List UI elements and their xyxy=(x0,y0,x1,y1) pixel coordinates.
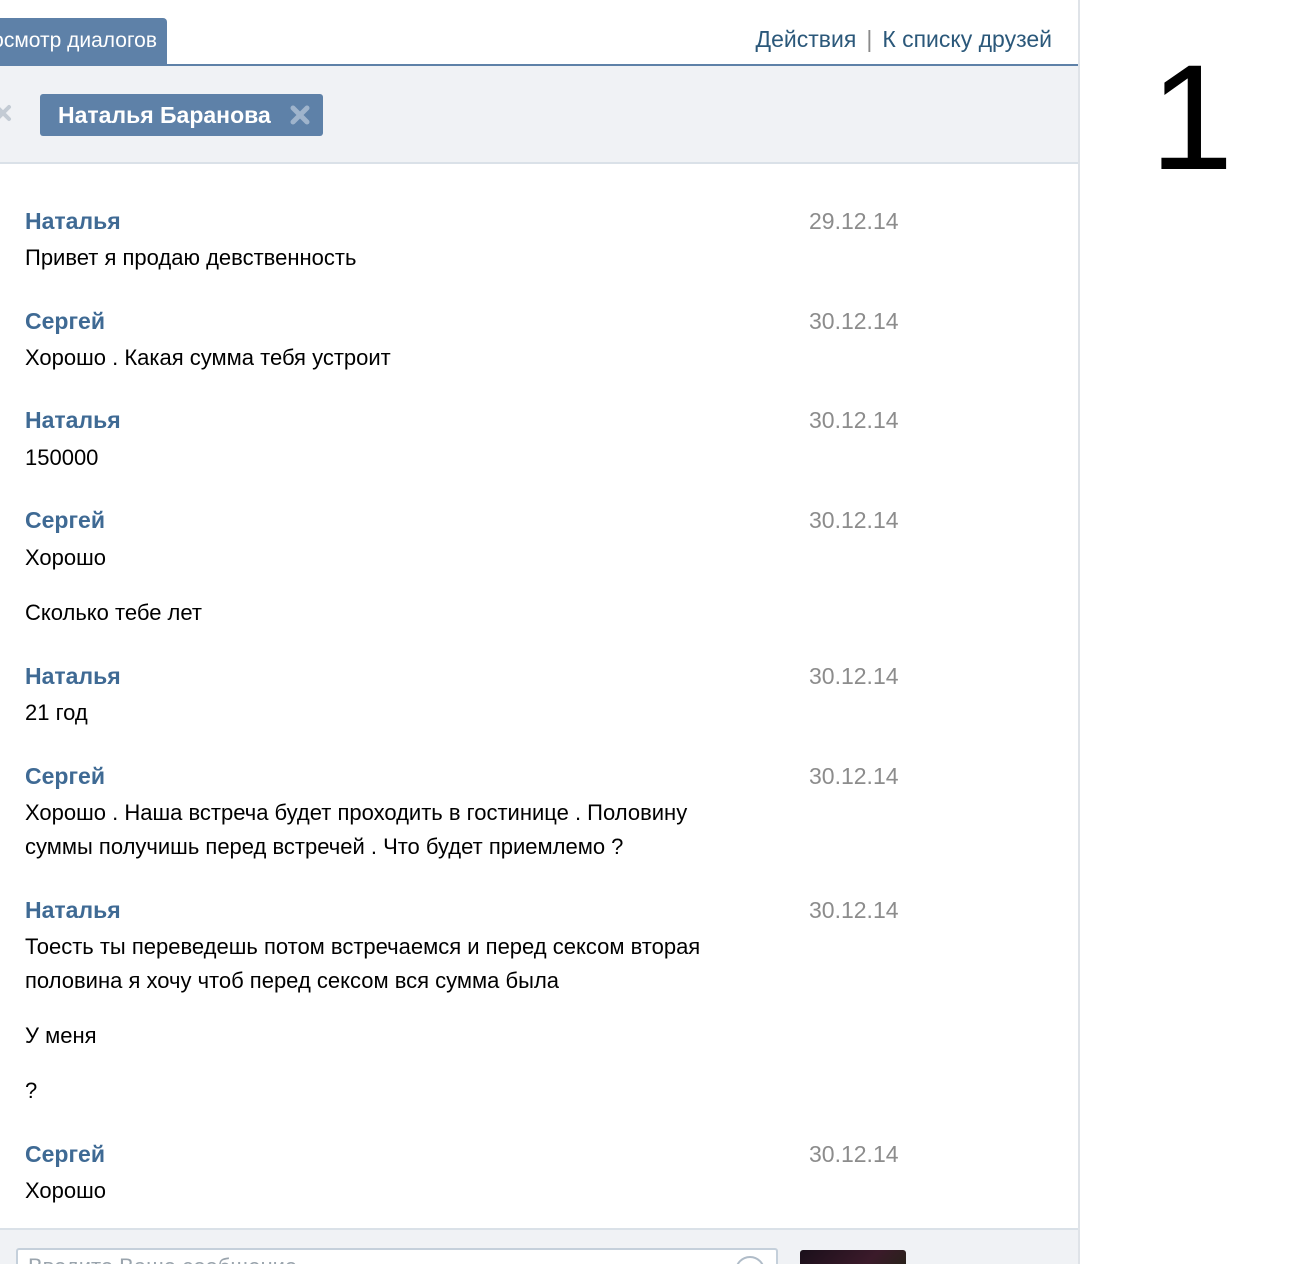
recipient-name: Наталья Баранова xyxy=(58,102,271,128)
message-date: 30.12.14 xyxy=(809,1141,899,1167)
message-author[interactable]: Наталья xyxy=(25,663,121,690)
message-text: У меня xyxy=(25,1023,97,1048)
message-author[interactable]: Наталья xyxy=(25,407,121,434)
message-text: Привет я продаю девственность xyxy=(25,245,357,270)
message-text: половина я хочу чтоб перед сексом вся су… xyxy=(25,968,560,993)
message-date: 29.12.14 xyxy=(809,208,899,234)
message-author[interactable]: Сергей xyxy=(25,763,105,790)
message-author[interactable]: Наталья xyxy=(25,208,121,235)
tab-bar: Просмотр диалогов Действия | К списку друз… xyxy=(0,0,1078,66)
message-author[interactable]: Сергей xyxy=(25,1141,105,1168)
remove-recipient-icon[interactable] xyxy=(289,104,311,126)
message-date: 30.12.14 xyxy=(809,308,899,334)
message-text: 21 год xyxy=(25,700,88,725)
message-text: Тоесть ты переведешь потом встречаемся и… xyxy=(25,934,701,959)
message-composer: Введите Ваше сообщение... xyxy=(0,1228,1078,1264)
actions-link[interactable]: Действия xyxy=(756,26,857,52)
message-text: Сколько тебе лет xyxy=(25,600,202,625)
tab-dialogs[interactable]: Просмотр диалогов xyxy=(0,18,167,66)
message-text: ? xyxy=(25,1078,38,1103)
message-author[interactable]: Сергей xyxy=(25,507,105,534)
page-number: 1 xyxy=(1150,33,1234,201)
message-author[interactable]: Наталья xyxy=(25,897,121,924)
message-text: Хорошо xyxy=(25,1178,107,1203)
message-text: суммы получишь перед встречей . Что буде… xyxy=(25,834,624,859)
message-input[interactable]: Введите Ваше сообщение... xyxy=(16,1248,778,1264)
message-date: 30.12.14 xyxy=(809,663,899,689)
message-author[interactable]: Сергей xyxy=(25,308,105,335)
message-text: Хорошо . Какая сумма тебя устроит xyxy=(25,345,391,370)
message-date: 30.12.14 xyxy=(809,407,899,433)
message-date: 30.12.14 xyxy=(809,507,899,533)
message-list: Наталья 29.12.14 Привет я продаю девстве… xyxy=(0,164,1078,1230)
header-links: Действия | К списку друзей xyxy=(756,26,1052,53)
message-text: Хорошо xyxy=(25,545,107,570)
message-date: 30.12.14 xyxy=(809,763,899,789)
dialog-panel: Просмотр диалогов Действия | К списку друз… xyxy=(0,0,1080,1264)
tab-dialogs-label: Просмотр диалогов xyxy=(0,29,157,52)
message-text: 150000 xyxy=(25,445,99,470)
link-separator: | xyxy=(866,26,873,52)
message-text: Хорошо . Наша встреча будет проходить в … xyxy=(25,800,688,825)
recipient-chip[interactable]: Наталья Баранова xyxy=(40,94,323,136)
message-date: 30.12.14 xyxy=(809,897,899,923)
recipient-bar: Наталья Баранова xyxy=(0,66,1078,164)
avatar[interactable] xyxy=(800,1250,906,1264)
close-icon[interactable] xyxy=(0,104,12,122)
friends-list-link[interactable]: К списку друзей xyxy=(882,26,1052,52)
